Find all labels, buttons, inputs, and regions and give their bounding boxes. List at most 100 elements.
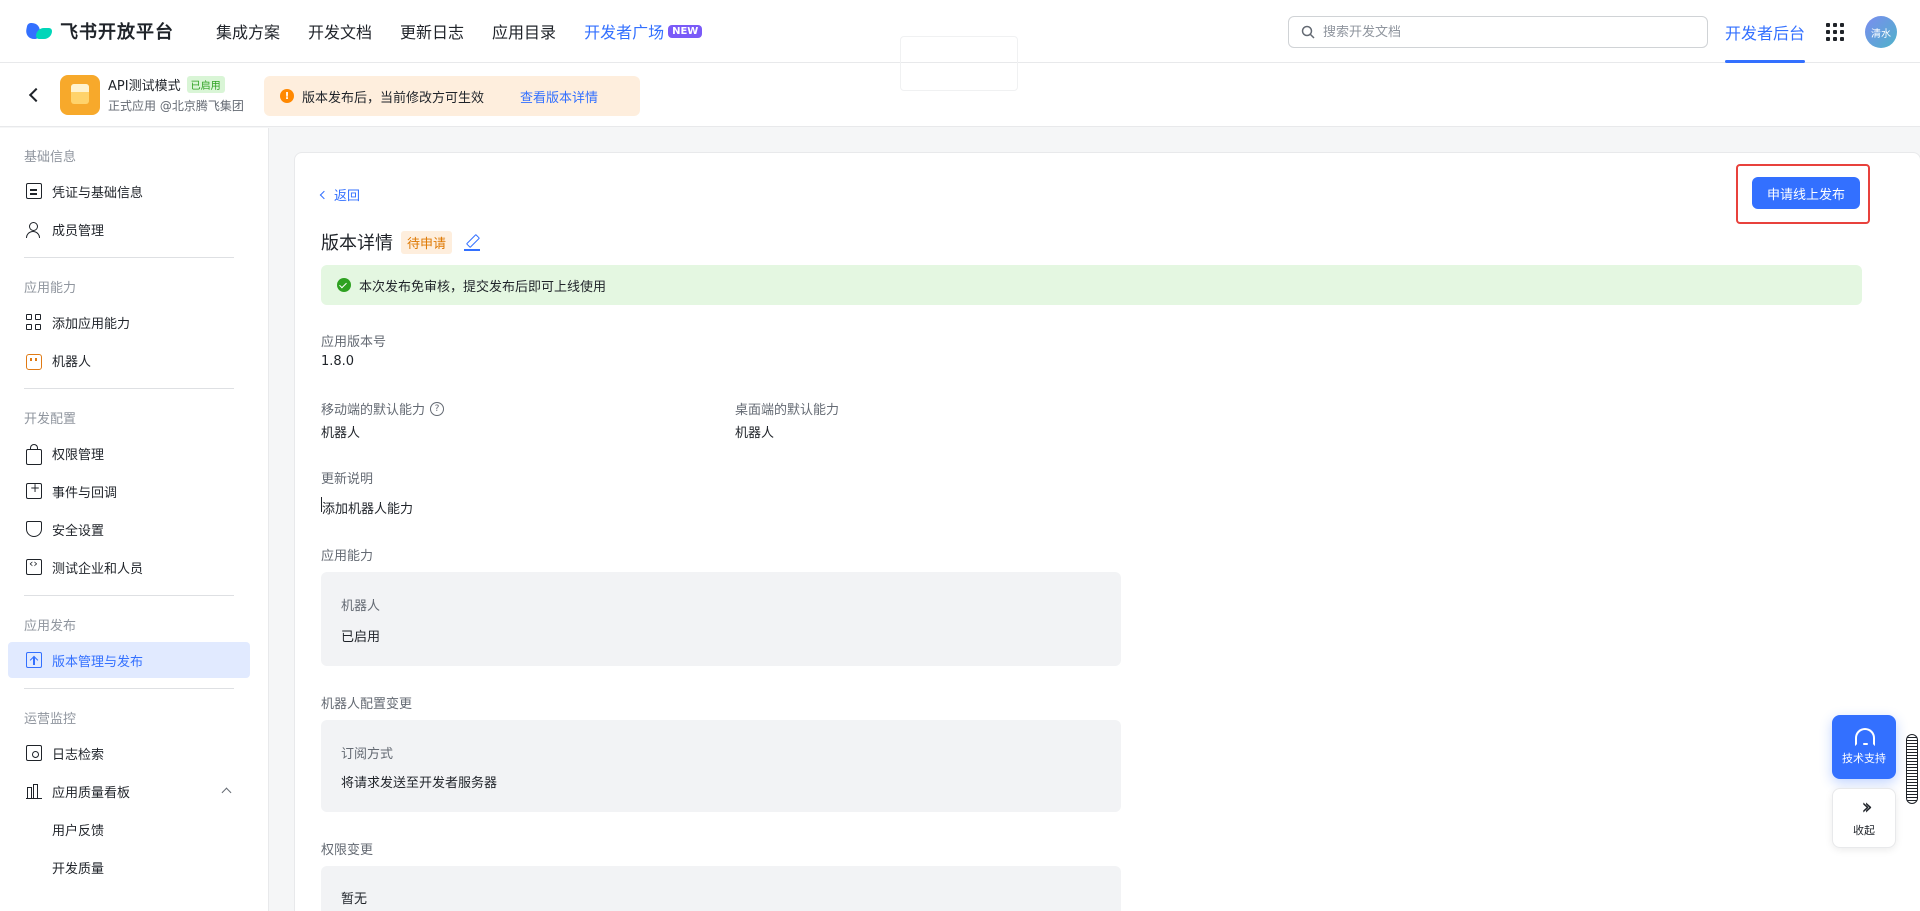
sidebar-item-events[interactable]: 事件与回调 <box>8 473 250 509</box>
nav-link-changelog[interactable]: 更新日志 <box>400 19 464 43</box>
sidebar-group-capability: 应用能力 <box>24 281 77 296</box>
back-label: 返回 <box>334 189 361 204</box>
back-arrow-icon[interactable] <box>26 87 44 103</box>
apply-publish-button[interactable]: 申请线上发布 <box>1752 177 1860 209</box>
success-alert: 本次发布免审核，提交发布后即可上线使用 <box>321 265 1862 305</box>
headset-icon <box>1854 728 1875 746</box>
dev-backend-label: 开发者后台 <box>1725 23 1806 43</box>
sidebar-item-label: 安全设置 <box>52 523 105 539</box>
desktop-default-value: 机器人 <box>735 426 775 441</box>
apps-grid-icon[interactable] <box>1826 23 1844 41</box>
brand[interactable]: 飞书开放平台 <box>24 18 174 44</box>
warning-icon: ! <box>280 89 294 103</box>
sidebar-item-label: 用户反馈 <box>52 823 105 839</box>
view-version-link[interactable]: 查看版本详情 <box>520 87 598 106</box>
search-icon <box>1301 25 1315 39</box>
nav-link-dev-square[interactable]: 开发者广场 NEW <box>584 19 703 43</box>
help-icon[interactable]: ? <box>430 401 445 416</box>
sidebar-item-label: 版本管理与发布 <box>52 654 144 670</box>
sidebar-item-label: 成员管理 <box>52 223 105 239</box>
sidebar: 基础信息 凭证与基础信息 成员管理 应用能力 添加应用能力 机器人 开发配置 权… <box>0 128 269 911</box>
back-link[interactable]: 返回 <box>319 185 361 204</box>
search-box[interactable] <box>1288 16 1708 48</box>
upload-icon <box>26 652 42 668</box>
sidebar-item-quality-board[interactable]: 应用质量看板 <box>8 773 250 809</box>
grid-add-icon <box>26 314 42 330</box>
desktop-default-label: 桌面端的默认能力 <box>735 403 840 418</box>
permission-change-box: 暂无 <box>321 866 1121 911</box>
nav-link-app-directory[interactable]: 应用目录 <box>492 19 556 43</box>
event-icon <box>26 481 42 499</box>
update-notes-value[interactable]: 添加机器人能力 <box>322 498 413 517</box>
tech-support-label: 技术支持 <box>1842 752 1886 765</box>
status-badge: 待申请 <box>401 230 453 254</box>
collapse-button[interactable]: ›› 收起 <box>1832 788 1896 848</box>
sidebar-item-log-search[interactable]: 日志检索 <box>8 735 250 771</box>
chevron-up-icon <box>221 787 232 798</box>
sidebar-item-add-capability[interactable]: 添加应用能力 <box>8 304 250 340</box>
double-chevron-right-icon: ›› <box>1861 795 1872 820</box>
edit-icon[interactable] <box>464 234 481 251</box>
bot-config-label: 机器人配置变更 <box>321 697 413 712</box>
sidebar-group-basic: 基础信息 <box>24 150 77 165</box>
new-badge: NEW <box>668 24 703 38</box>
capability-label: 应用能力 <box>321 549 374 564</box>
search-input[interactable] <box>1323 24 1683 40</box>
code-icon <box>26 557 42 575</box>
update-notes-label: 更新说明 <box>321 472 374 487</box>
subscribe-mode-title: 订阅方式 <box>341 747 394 762</box>
chevron-left-icon <box>319 190 329 199</box>
robot-icon <box>26 354 42 370</box>
credential-icon <box>26 183 42 199</box>
capability-value: 已启用 <box>341 630 381 645</box>
bot-config-box: 订阅方式 将请求发送至开发者服务器 <box>321 720 1121 812</box>
sidebar-item-label: 事件与回调 <box>52 485 118 501</box>
sidebar-divider <box>24 595 234 596</box>
success-text: 本次发布免审核，提交发布后即可上线使用 <box>359 279 607 295</box>
nav-links: 集成方案 开发文档 更新日志 应用目录 开发者广场 NEW <box>216 19 730 43</box>
dev-square-label: 开发者广场 <box>584 23 665 42</box>
collapse-label: 收起 <box>1853 824 1875 837</box>
feishu-logo-icon <box>24 20 54 42</box>
sidebar-item-dev-quality[interactable]: 开发质量 <box>8 849 250 885</box>
mobile-default-value: 机器人 <box>321 426 361 441</box>
app-icon <box>60 74 100 115</box>
sidebar-item-robot[interactable]: 机器人 <box>8 342 250 378</box>
sidebar-divider <box>24 257 234 258</box>
sidebar-item-label: 测试企业和人员 <box>52 561 144 577</box>
sidebar-item-label: 添加应用能力 <box>52 316 131 332</box>
title-row: 版本详情 待申请 <box>321 229 481 255</box>
nav-link-docs[interactable]: 开发文档 <box>308 19 372 43</box>
brand-name: 飞书开放平台 <box>60 22 174 43</box>
sidebar-item-label: 权限管理 <box>52 447 105 463</box>
permission-change-value: 暂无 <box>341 892 368 907</box>
nav-dev-backend[interactable]: 开发者后台 <box>1725 0 1806 63</box>
tech-support-button[interactable]: 技术支持 <box>1832 715 1896 779</box>
page-title: 版本详情 <box>321 233 393 254</box>
mobile-default-label: 移动端的默认能力 ? <box>321 399 445 418</box>
sidebar-item-version[interactable]: 版本管理与发布 <box>8 642 250 678</box>
sidebar-item-test-org[interactable]: 测试企业和人员 <box>8 549 250 585</box>
capability-title: 机器人 <box>341 599 381 614</box>
version-value: 1.8.0 <box>321 354 355 369</box>
drag-handle[interactable] <box>1906 734 1918 804</box>
notice-text: 版本发布后，当前修改方可生效 <box>302 90 485 106</box>
sidebar-item-permissions[interactable]: 权限管理 <box>8 435 250 471</box>
ghost-placeholder <box>900 36 1018 91</box>
log-search-icon <box>26 745 42 761</box>
sidebar-divider <box>24 388 234 389</box>
app-name: API测试模式 <box>108 79 181 94</box>
nav-link-solutions[interactable]: 集成方案 <box>216 19 280 43</box>
avatar[interactable]: 清水 <box>1865 16 1897 48</box>
subscribe-mode-value: 将请求发送至开发者服务器 <box>341 776 498 791</box>
sidebar-item-label: 应用质量看板 <box>52 785 131 801</box>
capability-box: 机器人 已启用 <box>321 572 1121 666</box>
sidebar-item-user-feedback[interactable]: 用户反馈 <box>8 811 250 847</box>
bar-chart-icon <box>26 783 42 799</box>
sidebar-item-label: 开发质量 <box>52 861 105 877</box>
sidebar-item-credentials[interactable]: 凭证与基础信息 <box>8 173 250 209</box>
sidebar-item-members[interactable]: 成员管理 <box>8 211 250 247</box>
version-notice: ! 版本发布后，当前修改方可生效 查看版本详情 <box>264 76 640 116</box>
app-header: API测试模式 已启用 正式应用 @北京腾飞集团 ! 版本发布后，当前修改方可生… <box>0 36 1920 127</box>
sidebar-item-security[interactable]: 安全设置 <box>8 511 250 547</box>
